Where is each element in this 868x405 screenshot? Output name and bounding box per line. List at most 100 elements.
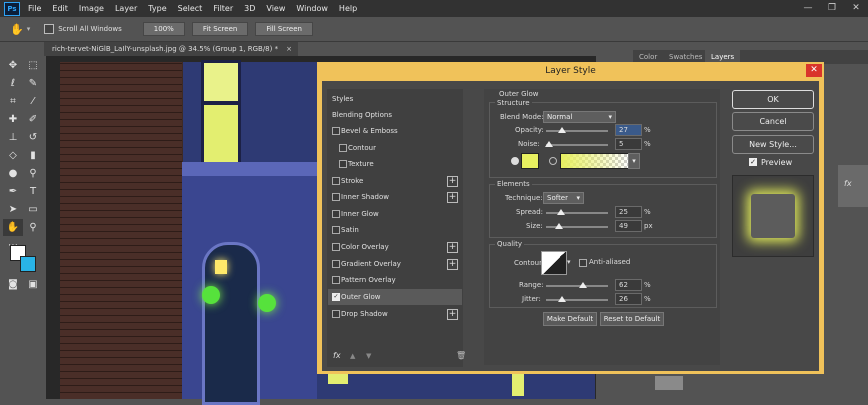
jitter-slider[interactable] [546, 299, 608, 301]
menu-3d[interactable]: 3D [244, 4, 255, 13]
inner-shadow-checkbox[interactable] [332, 193, 340, 201]
pattern-overlay-item[interactable]: Pattern Overlay [328, 272, 462, 288]
add-drop-shadow-icon[interactable]: + [447, 309, 458, 320]
eyedropper-tool-icon[interactable]: ⁄ [23, 93, 43, 110]
menu-filter[interactable]: Filter [213, 4, 233, 13]
styles-header[interactable]: Styles [328, 91, 462, 107]
add-gradient-overlay-icon[interactable]: + [447, 259, 458, 270]
fit-screen-button[interactable]: Fit Screen [191, 22, 249, 36]
contour-picker[interactable] [541, 251, 567, 275]
brush-tool-icon[interactable]: ✐ [23, 111, 43, 128]
menu-file[interactable]: File [28, 4, 41, 13]
add-stroke-icon[interactable]: + [447, 176, 458, 187]
satin-checkbox[interactable] [332, 226, 340, 234]
move-down-icon[interactable]: ▼ [366, 352, 371, 360]
range-slider[interactable] [546, 285, 608, 287]
dialog-close-button[interactable]: ✕ [806, 64, 822, 77]
drop-shadow-item[interactable]: Drop Shadow + [328, 306, 462, 322]
outer-glow-item[interactable]: ✓ Outer Glow [328, 289, 462, 305]
shape-tool-icon[interactable]: ▭ [23, 201, 43, 218]
blend-mode-select[interactable]: Normal ▾ [543, 111, 616, 123]
cancel-button[interactable]: Cancel [732, 112, 814, 131]
texture-item[interactable]: Texture [328, 156, 462, 172]
quick-select-tool-icon[interactable]: ✎ [23, 75, 43, 92]
menu-image[interactable]: Image [79, 4, 104, 13]
noise-field[interactable]: 5 [615, 138, 642, 150]
blur-tool-icon[interactable]: ● [3, 165, 23, 182]
restore-button[interactable]: ❐ [820, 0, 844, 17]
jitter-field[interactable]: 26 [615, 293, 642, 305]
menu-layer[interactable]: Layer [115, 4, 137, 13]
minimize-button[interactable]: — [796, 0, 820, 17]
inner-glow-item[interactable]: Inner Glow [328, 206, 462, 222]
stroke-item[interactable]: Stroke + [328, 173, 462, 189]
pattern-overlay-checkbox[interactable] [332, 276, 340, 284]
color-overlay-item[interactable]: Color Overlay + [328, 239, 462, 255]
gradient-overlay-checkbox[interactable] [332, 260, 340, 268]
spread-field[interactable]: 25 [615, 206, 642, 218]
noise-slider[interactable] [546, 144, 608, 146]
background-color-swatch[interactable] [20, 256, 36, 272]
glow-gradient-picker[interactable] [560, 153, 630, 169]
contour-checkbox[interactable] [339, 144, 347, 152]
make-default-button[interactable]: Make Default [543, 312, 597, 326]
menu-help[interactable]: Help [339, 4, 357, 13]
document-tab[interactable]: rich-tervet-NiGlB_LaIlY-unsplash.jpg @ 3… [44, 42, 298, 56]
tool-preset-chevron-icon[interactable]: ▾ [27, 25, 31, 33]
contour-item[interactable]: Contour [328, 140, 462, 156]
gradient-tool-icon[interactable]: ▮ [23, 147, 43, 164]
technique-select[interactable]: Softer ▾ [543, 192, 584, 204]
satin-item[interactable]: Satin [328, 222, 462, 238]
screen-mode-icon[interactable]: ▣ [23, 276, 43, 293]
history-brush-icon[interactable]: ↺ [23, 129, 43, 146]
preview-checkbox[interactable]: ✓ [749, 158, 757, 166]
inner-glow-checkbox[interactable] [332, 210, 340, 218]
spread-slider[interactable] [546, 212, 608, 214]
stroke-checkbox[interactable] [332, 177, 340, 185]
zoom-100-button[interactable]: 100% [142, 22, 185, 36]
pen-tool-icon[interactable]: ✒ [3, 183, 23, 200]
new-style-button[interactable]: New Style... [732, 135, 814, 154]
gradient-radio[interactable] [549, 157, 557, 165]
gradient-dropdown[interactable]: ▾ [628, 153, 640, 169]
close-window-button[interactable]: ✕ [844, 0, 868, 17]
menu-edit[interactable]: Edit [52, 4, 68, 13]
path-select-icon[interactable]: ➤ [3, 201, 23, 218]
zoom-tool-icon[interactable]: ⚲ [23, 219, 43, 236]
quick-mask-icon[interactable]: ◙ [3, 276, 23, 293]
layer-thumbnail[interactable] [655, 376, 683, 390]
close-document-icon[interactable]: × [286, 42, 292, 56]
ok-button[interactable]: OK [732, 90, 814, 109]
jitter-slider-thumb[interactable] [558, 296, 566, 302]
size-slider-thumb[interactable] [555, 223, 563, 229]
blending-options-item[interactable]: Blending Options [328, 107, 462, 123]
dodge-tool-icon[interactable]: ⚲ [23, 165, 43, 182]
range-slider-thumb[interactable] [579, 282, 587, 288]
delete-effect-icon[interactable]: 🗑 [456, 351, 466, 360]
solid-color-radio[interactable] [511, 157, 519, 165]
opacity-slider[interactable] [546, 130, 608, 132]
size-field[interactable]: 49 [615, 220, 642, 232]
type-tool-icon[interactable]: T [23, 183, 43, 200]
color-overlay-checkbox[interactable] [332, 243, 340, 251]
opacity-slider-thumb[interactable] [558, 127, 566, 133]
hand-tool-icon-2[interactable]: ✋ [3, 219, 23, 236]
menu-window[interactable]: Window [296, 4, 328, 13]
gradient-overlay-item[interactable]: Gradient Overlay + [328, 256, 462, 272]
inner-shadow-item[interactable]: Inner Shadow + [328, 189, 462, 205]
drop-shadow-checkbox[interactable] [332, 310, 340, 318]
bevel-emboss-checkbox[interactable] [332, 127, 340, 135]
outer-glow-checkbox[interactable]: ✓ [332, 293, 340, 301]
fill-screen-button[interactable]: Fill Screen [255, 22, 313, 36]
crop-tool-icon[interactable]: ⌗ [3, 93, 23, 110]
spread-slider-thumb[interactable] [557, 209, 565, 215]
range-field[interactable]: 62 [615, 279, 642, 291]
healing-tool-icon[interactable]: ✚ [3, 111, 23, 128]
add-inner-shadow-icon[interactable]: + [447, 192, 458, 203]
opacity-field[interactable]: 27 [615, 124, 642, 136]
menu-type[interactable]: Type [148, 4, 166, 13]
reset-to-default-button[interactable]: Reset to Default [600, 312, 664, 326]
fx-menu-icon[interactable]: fx [333, 351, 341, 360]
texture-checkbox[interactable] [339, 160, 347, 168]
noise-slider-thumb[interactable] [545, 141, 553, 147]
